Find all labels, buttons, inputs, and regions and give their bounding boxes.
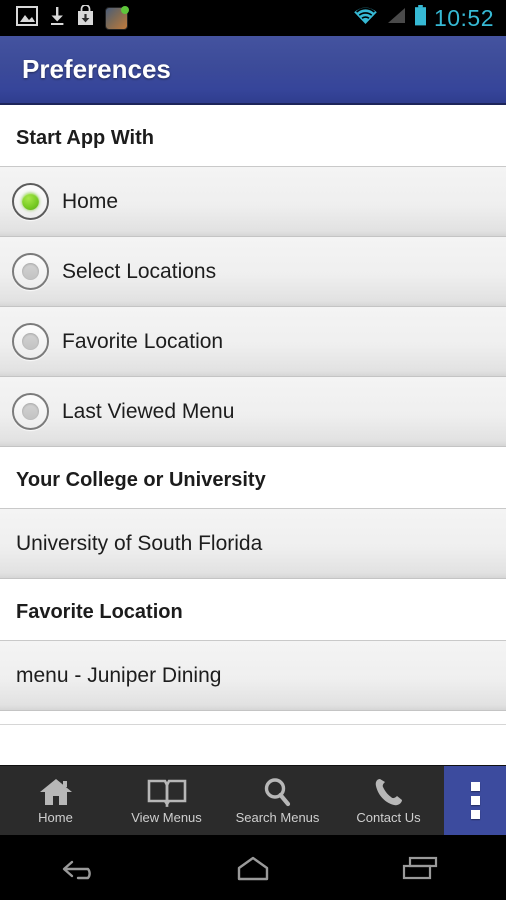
section-header-start-app-with: Start App With [0, 105, 506, 167]
tab-label: Contact Us [356, 809, 421, 825]
search-icon [261, 777, 295, 807]
status-notification-icons [8, 4, 129, 31]
cellular-signal-icon [385, 6, 407, 30]
preference-favorite-location-value-row[interactable]: menu - Juniper Dining [0, 641, 506, 711]
preference-college-value-row[interactable]: University of South Florida [0, 509, 506, 579]
radio-option-label: Home [62, 189, 119, 213]
tab-contact-us[interactable]: Contact Us [333, 766, 444, 835]
preference-value-label: menu - Juniper Dining [16, 663, 222, 687]
app-install-icon [76, 4, 95, 31]
action-bar: Preferences [0, 36, 506, 105]
status-system-icons: 10:52 [353, 5, 498, 32]
radio-button-icon[interactable] [12, 393, 49, 430]
radio-option-home[interactable]: Home [0, 167, 506, 237]
radio-option-label: Select Locations [62, 259, 217, 283]
tab-search-menus[interactable]: Search Menus [222, 766, 333, 835]
list-bottom-spacer [0, 711, 506, 725]
status-bar: 10:52 [0, 0, 506, 36]
section-header-college: Your College or University [0, 447, 506, 509]
tab-home[interactable]: Home [0, 766, 111, 835]
tab-label: Search Menus [235, 809, 320, 825]
book-icon [147, 777, 187, 807]
home-button[interactable] [198, 853, 308, 883]
wifi-icon [353, 6, 378, 31]
radio-button-selected-icon[interactable] [12, 183, 49, 220]
preferences-list[interactable]: Start App With Home Select Locations Fav… [0, 105, 506, 765]
radio-option-label: Last Viewed Menu [62, 399, 235, 423]
back-button[interactable] [29, 853, 139, 883]
radio-button-icon[interactable] [12, 323, 49, 360]
recents-button[interactable] [367, 853, 477, 883]
download-icon [48, 6, 66, 31]
bottom-tab-bar: Home View Menus Search Menus Contact Us [0, 765, 506, 835]
overflow-menu-icon[interactable] [444, 766, 506, 835]
status-clock: 10:52 [433, 4, 494, 31]
page-title: Preferences [22, 54, 171, 84]
radio-option-label: Favorite Location [62, 329, 224, 353]
phone-icon [373, 777, 405, 807]
tab-view-menus[interactable]: View Menus [111, 766, 222, 835]
app-badge-icon [105, 5, 129, 30]
radio-option-favorite-location[interactable]: Favorite Location [0, 307, 506, 377]
battery-icon [414, 5, 427, 31]
system-navigation-bar [0, 835, 506, 900]
section-header-favorite-location: Favorite Location [0, 579, 506, 641]
radio-option-last-viewed-menu[interactable]: Last Viewed Menu [0, 377, 506, 447]
gallery-image-icon [16, 5, 38, 31]
preference-value-label: University of South Florida [16, 531, 263, 555]
radio-option-select-locations[interactable]: Select Locations [0, 237, 506, 307]
tab-label: View Menus [131, 809, 202, 825]
radio-button-icon[interactable] [12, 253, 49, 290]
tab-label: Home [38, 809, 73, 825]
device-screen: 10:52 Preferences Start App With Home Se… [0, 0, 506, 900]
home-icon [38, 777, 74, 807]
